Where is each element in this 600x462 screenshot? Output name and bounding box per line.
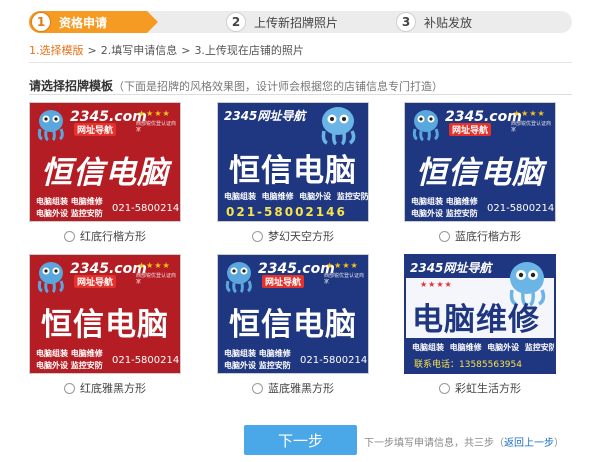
template-option[interactable]: 2345.com 网址导航 ★★★★ 西部锐优登认证商家 恒信电脑 电脑组装 电脑… bbox=[404, 102, 556, 244]
template-name: 彩虹生活方形 bbox=[455, 382, 521, 395]
breadcrumb-item-1: 1.选择模版 bbox=[29, 44, 84, 57]
service-list: 电脑组装 电脑维修 电脑外设 监控安防 bbox=[224, 349, 291, 370]
template-preview[interactable]: 2345.com 网址导航 ★★★★ 西部锐优登认证商家 恒信电脑 电脑组装 电脑… bbox=[29, 102, 181, 222]
template-radio-row[interactable]: 梦幻天空方形 bbox=[217, 228, 369, 244]
service-list: 电脑组装 电脑维修 电脑外设 监控安防 bbox=[224, 192, 369, 201]
section-hint: （下面是招牌的风格效果图，设计师会根据您的店铺信息专门打造） bbox=[113, 80, 444, 93]
phone-number: 021-58002146 bbox=[112, 203, 181, 214]
template-radio[interactable] bbox=[252, 382, 263, 394]
template-option[interactable]: 2345.com 网址导航 ★★★★ 西部锐优登认证商家 恒信电脑 电脑组装 电脑… bbox=[29, 102, 181, 244]
template-name: 红底行楷方形 bbox=[80, 230, 146, 243]
step-1: 1 资格申请 bbox=[29, 11, 158, 33]
service-list: 电脑组装 电脑维修 电脑外设 监控安防 bbox=[411, 197, 478, 218]
template-radio[interactable] bbox=[252, 230, 263, 242]
brand-logo: 2345网址导航 bbox=[410, 261, 492, 275]
certification-text: 西部锐优登认证商家 bbox=[511, 121, 552, 133]
breadcrumb-item-3: 3.上传现在店铺的照片 bbox=[194, 44, 304, 57]
shop-name: 恒信电脑 bbox=[416, 155, 544, 191]
section-title: 请选择招牌模板（下面是招牌的风格效果图，设计师会根据您的店铺信息专门打造） bbox=[29, 77, 443, 94]
phone-number: 021-58002146 bbox=[226, 205, 347, 219]
octopus-mascot-icon bbox=[225, 262, 252, 293]
service-list: 电脑组装 电脑维修 电脑外设 监控安防 bbox=[412, 343, 556, 352]
template-radio[interactable] bbox=[439, 382, 450, 394]
breadcrumb-separator: > bbox=[87, 44, 97, 57]
template-name: 梦幻天空方形 bbox=[268, 230, 334, 243]
phone-number: 021-58002146 bbox=[487, 203, 556, 214]
template-name: 蓝底雅黑方形 bbox=[268, 382, 334, 395]
template-radio[interactable] bbox=[64, 230, 75, 242]
rating-stars: ★★★★ bbox=[138, 109, 171, 118]
phone-number: 021-58002146 bbox=[300, 355, 369, 366]
step-number: 1 bbox=[31, 12, 51, 32]
divider bbox=[29, 62, 572, 63]
step-2: 2 上传新招牌照片 bbox=[226, 11, 338, 33]
phone-number: 联系电话：13585563954 bbox=[414, 360, 522, 370]
rating-stars: ★★★★ bbox=[138, 261, 171, 270]
template-radio-row[interactable]: 红底行楷方形 bbox=[29, 228, 181, 244]
section-divider bbox=[29, 94, 572, 95]
shop-name: 恒信电脑 bbox=[229, 307, 357, 343]
step-label: 上传新招牌照片 bbox=[254, 15, 339, 30]
shop-name: 恒信电脑 bbox=[229, 153, 357, 189]
template-name: 红底雅黑方形 bbox=[80, 382, 146, 395]
template-radio[interactable] bbox=[439, 230, 450, 242]
template-option[interactable]: 2345网址导航 恒信电脑 电脑组装 电脑维修 电脑外设 监控安防 021-58… bbox=[217, 102, 369, 244]
template-option[interactable]: 2345网址导航 ★★★★ 电脑维修 电脑组装 电脑维修 电脑外设 监控安防 联… bbox=[404, 254, 556, 396]
certification-text: 西部锐优登认证商家 bbox=[136, 273, 177, 285]
certification-text: 西部锐优登认证商家 bbox=[136, 121, 177, 133]
certification-text: 西部锐优登认证商家 bbox=[324, 273, 365, 285]
step-number: 2 bbox=[226, 12, 246, 32]
breadcrumb: 1.选择模版 >2.填写申请信息 >3.上传现在店铺的照片 bbox=[29, 42, 304, 58]
step-label: 补贴发放 bbox=[424, 15, 473, 30]
template-preview[interactable]: 2345网址导航 ★★★★ 电脑维修 电脑组装 电脑维修 电脑外设 监控安防 联… bbox=[404, 254, 556, 374]
rating-stars: ★★★★ bbox=[420, 280, 453, 289]
template-preview[interactable]: 2345网址导航 恒信电脑 电脑组装 电脑维修 电脑外设 监控安防 021-58… bbox=[217, 102, 369, 222]
template-radio-row[interactable]: 红底雅黑方形 bbox=[29, 380, 181, 396]
octopus-mascot-icon bbox=[37, 110, 64, 141]
back-link[interactable]: 返回上一步 bbox=[504, 438, 554, 449]
template-radio-row[interactable]: 蓝底行楷方形 bbox=[404, 228, 556, 244]
template-preview[interactable]: 2345.com 网址导航 ★★★★ 西部锐优登认证商家 恒信电脑 电脑组装 电脑… bbox=[404, 102, 556, 222]
template-preview[interactable]: 2345.com 网址导航 ★★★★ 西部锐优登认证商家 恒信电脑 电脑组装 电脑… bbox=[29, 254, 181, 374]
rating-stars: ★★★★ bbox=[326, 261, 359, 270]
template-radio-row[interactable]: 彩虹生活方形 bbox=[404, 380, 556, 396]
close-paren: ） bbox=[554, 438, 564, 449]
step-number: 3 bbox=[396, 12, 416, 32]
phone-number: 021-58002146 bbox=[112, 355, 181, 366]
breadcrumb-item-2: 2.填写申请信息 bbox=[100, 44, 178, 57]
template-radio[interactable] bbox=[64, 382, 75, 394]
steps-bar: 1 资格申请 2 上传新招牌照片 3 补贴发放 bbox=[29, 11, 572, 33]
template-option[interactable]: 2345.com 网址导航 ★★★★ 西部锐优登认证商家 恒信电脑 电脑组装 电脑… bbox=[29, 254, 181, 396]
template-option[interactable]: 2345.com 网址导航 ★★★★ 西部锐优登认证商家 恒信电脑 电脑组装 电脑… bbox=[217, 254, 369, 396]
section-title-text: 请选择招牌模板 bbox=[29, 79, 114, 93]
step-label: 资格申请 bbox=[59, 15, 108, 30]
service-list: 电脑组装 电脑维修 电脑外设 监控安防 bbox=[36, 349, 103, 370]
shop-name: 电脑维修 bbox=[412, 302, 540, 338]
template-preview[interactable]: 2345.com 网址导航 ★★★★ 西部锐优登认证商家 恒信电脑 电脑组装 电脑… bbox=[217, 254, 369, 374]
next-step-info: 下一步填写申请信息，共三步（返回上一步） bbox=[364, 434, 564, 449]
brand-logo: 2345网址导航 bbox=[224, 109, 306, 123]
step-3: 3 补贴发放 bbox=[396, 11, 472, 33]
rating-stars: ★★★★ bbox=[513, 109, 546, 118]
shop-name: 恒信电脑 bbox=[41, 155, 169, 191]
template-name: 蓝底行楷方形 bbox=[455, 230, 521, 243]
shop-name: 恒信电脑 bbox=[41, 307, 169, 343]
next-step-text: 下一步填写申请信息，共三步（ bbox=[364, 438, 504, 449]
octopus-mascot-icon bbox=[321, 107, 356, 145]
breadcrumb-separator: > bbox=[181, 44, 191, 57]
template-radio-row[interactable]: 蓝底雅黑方形 bbox=[217, 380, 369, 396]
service-list: 电脑组装 电脑维修 电脑外设 监控安防 bbox=[36, 197, 103, 218]
octopus-mascot-icon bbox=[412, 110, 439, 141]
next-step-button[interactable]: 下一步 bbox=[244, 425, 357, 455]
octopus-mascot-icon bbox=[37, 262, 64, 293]
